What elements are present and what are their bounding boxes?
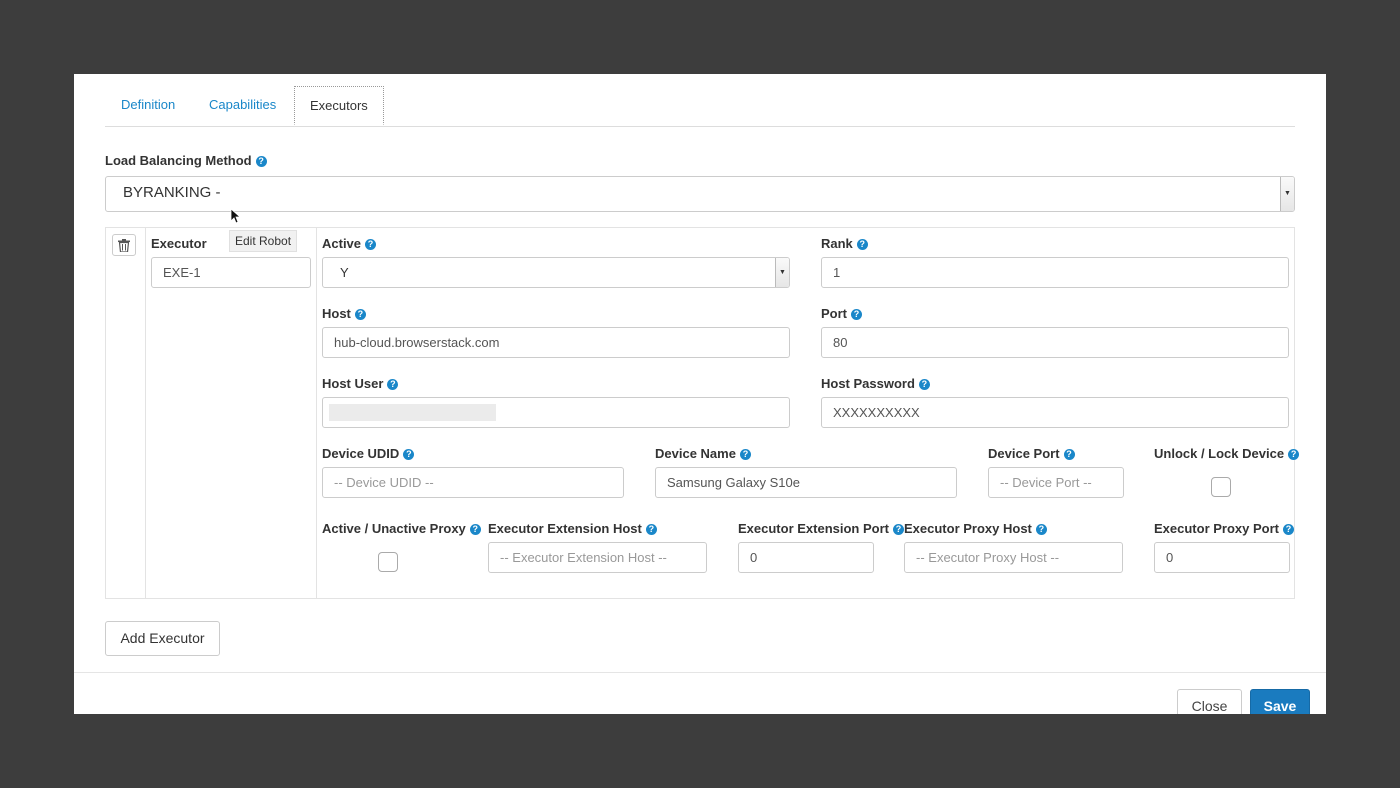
rank-input[interactable]: 1 [821, 257, 1289, 288]
redacted-value [329, 404, 496, 421]
tab-bar: Definition Capabilities Executors [105, 86, 1295, 127]
help-icon[interactable]: ? [387, 379, 399, 390]
host-user-input[interactable] [322, 397, 790, 428]
proxy-host-input[interactable]: -- Executor Proxy Host -- [904, 542, 1123, 573]
proxy-port-input[interactable]: 0 [1154, 542, 1290, 573]
host-label-text: Host [322, 306, 351, 321]
unlock-lock-label-text: Unlock / Lock Device [1154, 446, 1285, 461]
device-port-label-text: Device Port [988, 446, 1060, 461]
ext-host-input[interactable]: -- Executor Extension Host -- [488, 542, 707, 573]
help-icon[interactable]: ? [1063, 449, 1075, 460]
tab-executors[interactable]: Executors [294, 86, 384, 125]
help-icon[interactable]: ? [354, 309, 366, 320]
load-balancing-label-text: Load Balancing Method [105, 153, 252, 168]
rank-label: Rank? [821, 236, 868, 251]
proxy-port-label-text: Executor Proxy Port [1154, 521, 1279, 536]
edit-robot-modal: Definition Capabilities Executors Load B… [74, 74, 1326, 714]
device-name-label: Device Name? [655, 446, 751, 461]
rank-label-text: Rank [821, 236, 853, 251]
device-name-input[interactable]: Samsung Galaxy S10e [655, 467, 957, 498]
edit-robot-tooltip: Edit Robot [229, 230, 298, 252]
host-password-label: Host Password? [821, 376, 930, 391]
host-user-label: Host User? [322, 376, 399, 391]
help-icon[interactable]: ? [1288, 449, 1300, 460]
panel-divider [316, 228, 317, 598]
help-icon[interactable]: ? [1035, 524, 1047, 535]
load-balancing-label: Load Balancing Method? [105, 153, 267, 168]
help-icon[interactable]: ? [851, 309, 862, 320]
help-icon[interactable]: ? [645, 524, 657, 535]
host-input[interactable]: hub-cloud.browserstack.com [322, 327, 790, 358]
help-icon[interactable]: ? [892, 524, 904, 535]
device-udid-label-text: Device UDID [322, 446, 400, 461]
device-name-label-text: Device Name [655, 446, 736, 461]
device-port-label: Device Port? [988, 446, 1075, 461]
add-executor-button[interactable]: Add Executor [105, 621, 220, 656]
mouse-cursor-icon [230, 208, 240, 224]
active-label: Active? [322, 236, 377, 251]
executor-label: Executor [151, 236, 207, 251]
host-user-label-text: Host User [322, 376, 384, 391]
load-balancing-value: BYRANKING - [123, 184, 221, 201]
help-icon[interactable]: ? [365, 239, 377, 250]
tab-capabilities[interactable]: Capabilities [209, 86, 276, 126]
active-label-text: Active [322, 236, 362, 251]
ext-port-label: Executor Extension Port? [738, 521, 904, 536]
active-proxy-label-text: Active / Unactive Proxy [322, 521, 466, 536]
executor-panel: Executor EXE-1 Active? Y ▼ Rank? 1 Host?… [105, 227, 1300, 599]
chevron-down-icon: ▼ [1280, 177, 1294, 211]
help-icon[interactable]: ? [856, 239, 868, 250]
active-proxy-checkbox[interactable] [378, 552, 398, 572]
load-balancing-select[interactable]: BYRANKING - ▼ [105, 176, 1295, 212]
device-port-input[interactable]: -- Device Port -- [988, 467, 1124, 498]
ext-host-label: Executor Extension Host? [488, 521, 657, 536]
port-label: Port? [821, 306, 862, 321]
host-password-label-text: Host Password [821, 376, 915, 391]
delete-executor-button[interactable] [112, 234, 136, 256]
close-button[interactable]: Close [1177, 689, 1242, 714]
panel-divider [145, 228, 146, 598]
active-value: Y [340, 265, 349, 280]
help-icon[interactable]: ? [918, 379, 930, 390]
trash-icon [118, 239, 130, 253]
chevron-down-icon: ▼ [775, 258, 789, 287]
ext-port-input[interactable]: 0 [738, 542, 874, 573]
active-select[interactable]: Y ▼ [322, 257, 790, 288]
proxy-host-label-text: Executor Proxy Host [904, 521, 1032, 536]
proxy-host-label: Executor Proxy Host? [904, 521, 1047, 536]
host-label: Host? [322, 306, 366, 321]
port-label-text: Port [821, 306, 847, 321]
port-input[interactable]: 80 [821, 327, 1289, 358]
device-udid-input[interactable]: -- Device UDID -- [322, 467, 624, 498]
save-button[interactable]: Save [1250, 689, 1310, 714]
device-udid-label: Device UDID? [322, 446, 415, 461]
help-icon[interactable]: ? [739, 449, 751, 460]
help-icon[interactable]: ? [255, 156, 267, 167]
help-icon[interactable]: ? [469, 524, 481, 535]
tab-definition[interactable]: Definition [121, 86, 175, 126]
proxy-port-label: Executor Proxy Port? [1154, 521, 1294, 536]
host-password-input[interactable]: XXXXXXXXXX [821, 397, 1289, 428]
ext-host-label-text: Executor Extension Host [488, 521, 642, 536]
help-icon[interactable]: ? [403, 449, 415, 460]
unlock-lock-label: Unlock / Lock Device? [1154, 446, 1300, 461]
active-proxy-label: Active / Unactive Proxy? [322, 521, 481, 536]
help-icon[interactable]: ? [1283, 524, 1294, 535]
ext-port-label-text: Executor Extension Port [738, 521, 889, 536]
footer-divider [74, 672, 1326, 673]
executor-input[interactable]: EXE-1 [151, 257, 311, 288]
unlock-lock-checkbox[interactable] [1211, 477, 1231, 497]
